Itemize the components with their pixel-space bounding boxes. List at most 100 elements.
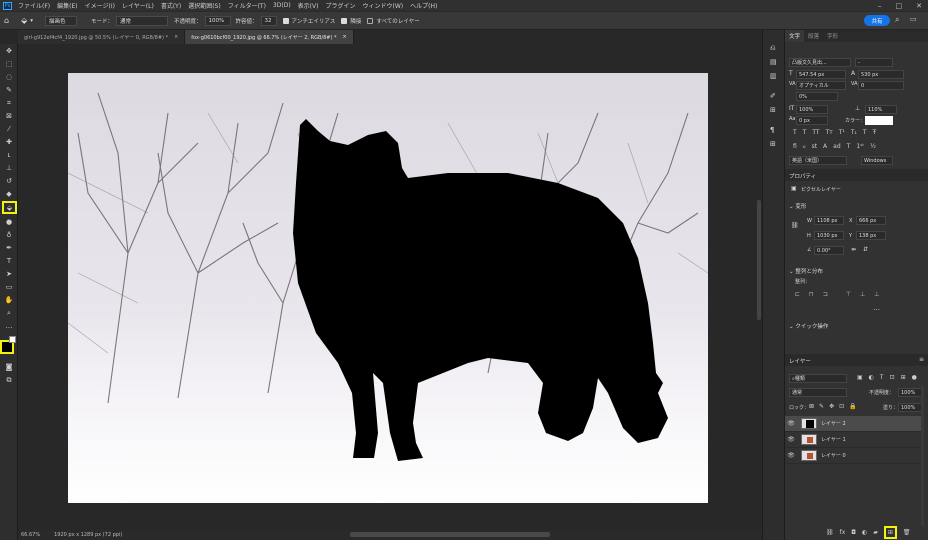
menu-window[interactable]: ウィンドウ(W) [362,1,403,10]
menu-image[interactable]: イメージ(I) [85,1,115,10]
menu-file[interactable]: ファイル(F) [18,1,50,10]
quick-actions-title[interactable]: ⌄ クイック操作 [789,322,828,330]
menu-edit[interactable]: 編集(E) [57,1,77,10]
font-style-select[interactable]: - [855,58,893,67]
dodge-tool-icon[interactable]: ♁ [4,230,14,240]
close-icon[interactable]: × [342,34,346,40]
lock-transparency-icon[interactable]: ⊠ [809,403,814,410]
properties-icon[interactable]: ▤ [770,58,777,66]
align-right-icon[interactable]: ⊐ [823,291,828,298]
layer-row-1[interactable]: 👁 レイヤー 1 [785,432,921,448]
all-layers-checkbox[interactable] [367,17,374,24]
leading-field[interactable]: 530 px [858,70,904,79]
menu-type[interactable]: 書式(Y) [161,1,181,10]
lock-all-icon[interactable]: 🔒 [849,403,856,410]
font-size-field[interactable]: 547.54 px [796,70,846,79]
type-tool-icon[interactable]: T [4,256,14,266]
more-options-icon[interactable]: … [873,304,880,312]
menu-select[interactable]: 選択範囲(S) [188,1,221,10]
link-layers-icon[interactable]: ⛓ [826,529,834,536]
paint-bucket-tool-icon[interactable]: ⬙ [2,201,17,214]
hscale-field[interactable]: 110% [865,105,897,114]
paragraph-icon[interactable]: ¶ [770,126,774,134]
lock-position-icon[interactable]: ✥ [829,403,834,410]
doc-tab-girl[interactable]: girl-g912ef4cf4_1920.jpg @ 50.5% (レイヤー 0… [18,30,186,44]
tolerance-field[interactable]: 32 [260,15,277,26]
tab-paragraph[interactable]: 段落 [804,32,823,40]
filter-type-icon[interactable]: T [880,374,884,381]
tab-glyphs[interactable]: 字形 [823,32,842,40]
menu-filter[interactable]: フィルター(T) [228,1,266,10]
rectangle-tool-icon[interactable]: ▭ [4,282,14,292]
history-brush-tool-icon[interactable]: ↺ [4,176,14,186]
titling-icon[interactable]: T [847,143,851,150]
vertical-scrollbar[interactable] [757,200,761,320]
contextual-icon[interactable]: ℴ [803,143,806,150]
stylistic-icon[interactable]: ad [833,143,841,150]
layer-filter-select[interactable]: ⌕ 種類 [789,374,847,383]
layers-scrollbar[interactable] [921,386,924,526]
underline-icon[interactable]: T [863,129,867,136]
all-caps-icon[interactable]: TT [812,129,819,136]
angle-field[interactable]: 0.00° [814,246,844,255]
libraries-icon[interactable]: ▥ [770,72,777,80]
transform-title[interactable]: ⌄ 変形 [789,202,806,210]
small-caps-icon[interactable]: Tт [826,129,833,136]
healing-brush-tool-icon[interactable]: ✚ [4,137,14,147]
menu-help[interactable]: ヘルプ(H) [410,1,437,10]
minimize-icon[interactable]: – [878,2,882,10]
align-top-icon[interactable]: ⊤ [846,291,851,298]
faux-italic-icon[interactable]: T [803,129,807,136]
marquee-tool-icon[interactable]: ⬚ [4,59,14,69]
close-icon[interactable]: × [174,34,178,40]
tab-character[interactable]: 文字 [785,30,805,42]
lock-pixels-icon[interactable]: ✎ [819,403,824,410]
contiguous-checkbox[interactable] [341,17,348,24]
fraction-icon[interactable]: ½ [870,143,876,150]
quick-mask-icon[interactable]: ◙ [4,362,14,372]
flip-h-icon[interactable]: ⇹ [851,246,856,253]
quick-select-tool-icon[interactable]: ✎ [4,85,14,95]
ligature-icon[interactable]: fi [793,143,797,150]
new-layer-icon[interactable]: ⊞ [883,526,897,539]
path-select-tool-icon[interactable]: ➤ [4,269,14,279]
eraser-tool-icon[interactable]: ◆ [4,189,14,199]
workspace-icon[interactable]: ▭ [910,15,917,23]
baseline-field[interactable]: 0 px [796,116,828,125]
delete-layer-icon[interactable]: 🗑 [903,529,911,536]
align-bottom-icon[interactable]: ⊥ [874,291,879,298]
layer-row-0[interactable]: 👁 レイヤー 0 [785,448,921,464]
filter-smart-icon[interactable]: ⊞ [901,374,906,381]
close-icon[interactable]: ✕ [916,2,922,10]
doc-tab-fox[interactable]: fox-g0610bcf00_1920.jpg @ 66.7% (レイヤー 2,… [185,30,354,44]
grid-icon[interactable]: ⊞ [770,140,776,148]
x-field[interactable]: 666 px [856,216,886,225]
share-button[interactable]: 共有 [864,15,890,26]
eyedropper-tool-icon[interactable]: ⁄ [4,124,14,134]
link-icon[interactable]: ⛓ [791,222,799,229]
zoom-level[interactable]: 66.67% [21,532,40,538]
frame-tool-icon[interactable]: ⊠ [4,111,14,121]
antialias-select[interactable]: Windows [861,156,893,165]
kerning-field[interactable]: オプティカル [796,81,846,90]
visibility-eye-icon[interactable]: 👁 [785,420,797,427]
stamp-tool-icon[interactable]: ⊥ [4,163,14,173]
menu-3d[interactable]: 3D(D) [273,2,291,9]
faux-bold-icon[interactable]: T [793,129,797,136]
crop-tool-icon[interactable]: ⌗ [4,98,14,108]
new-group-icon[interactable]: ▰ [873,529,878,536]
fill-source-select[interactable]: 描画色 [45,15,77,26]
ordinal-icon[interactable]: 1ˢᵗ [856,143,864,150]
language-select[interactable]: 英語（米国） [789,156,847,165]
tool-preset-picker[interactable]: ⬙ ▾ [21,16,33,25]
move-tool-icon[interactable]: ✥ [4,46,14,56]
horizontal-scrollbar[interactable] [350,532,550,537]
tracking-field[interactable]: 0 [858,81,904,90]
document-canvas[interactable] [67,73,709,503]
vscale-field[interactable]: 100% [796,105,828,114]
filter-shape-icon[interactable]: ⊡ [890,374,895,381]
menu-layer[interactable]: レイヤー(L) [122,1,154,10]
lock-artboard-icon[interactable]: ⊡ [839,403,844,410]
height-field[interactable]: 1030 px [814,231,844,240]
visibility-eye-icon[interactable]: 👁 [785,436,797,443]
